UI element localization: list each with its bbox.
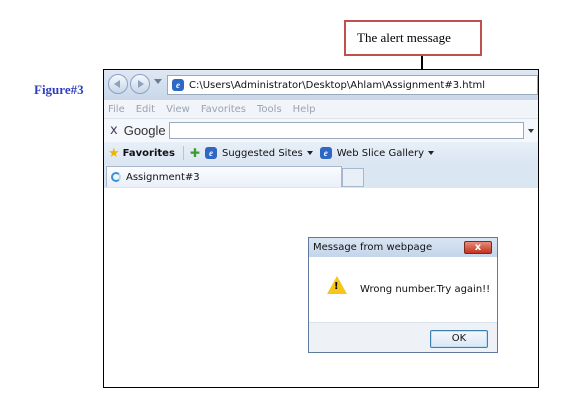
chevron-down-icon[interactable]	[528, 128, 534, 133]
star-icon: ★	[108, 145, 120, 161]
alert-dialog: Message from webpage x ! Wrong number.Tr…	[308, 237, 498, 353]
menu-tools[interactable]: Tools	[257, 104, 282, 115]
dialog-titlebar: Message from webpage x	[309, 238, 497, 257]
back-button[interactable]	[108, 74, 128, 94]
web-slice-gallery-link[interactable]: Web Slice Gallery	[337, 148, 424, 159]
dialog-footer: OK	[309, 322, 497, 352]
menu-bar: File Edit View Favorites Tools Help	[104, 100, 538, 118]
forward-icon	[138, 80, 144, 88]
chevron-down-icon[interactable]	[306, 151, 313, 155]
toolbar-divider	[182, 146, 184, 160]
dialog-body: ! Wrong number.Try again!!	[309, 257, 497, 322]
close-icon[interactable]: x	[464, 241, 492, 254]
loading-icon	[111, 172, 121, 182]
add-favorites-icon[interactable]: ✚	[190, 146, 200, 160]
browser-titlebar: e C:\Users\Administrator\Desktop\Ahlam\A…	[104, 70, 538, 100]
new-tab-button[interactable]	[342, 168, 364, 187]
suggested-sites-link[interactable]: Suggested Sites	[222, 148, 303, 159]
favorites-bar: ★ Favorites ✚ e Suggested Sites e Web Sl…	[104, 142, 538, 164]
forward-button[interactable]	[130, 74, 150, 94]
menu-favorites[interactable]: Favorites	[201, 104, 246, 115]
back-icon	[114, 80, 120, 88]
callout-box: The alert message	[344, 20, 482, 56]
ok-button[interactable]: OK	[430, 330, 488, 348]
dialog-message: Wrong number.Try again!!	[360, 284, 491, 295]
dialog-title: Message from webpage	[313, 242, 433, 253]
figure-label: Figure#3	[34, 82, 84, 97]
recent-pages-dropdown[interactable]	[154, 79, 162, 84]
warning-icon-mark: !	[334, 281, 339, 292]
google-logo: Google	[123, 123, 166, 138]
tab-bar: Assignment#3	[104, 164, 538, 188]
tab-assignment[interactable]: Assignment#3	[106, 166, 342, 187]
google-toolbar: x Google	[104, 118, 538, 142]
chevron-down-icon[interactable]	[428, 151, 435, 155]
menu-edit[interactable]: Edit	[136, 104, 155, 115]
menu-file[interactable]: File	[108, 104, 125, 115]
menu-view[interactable]: View	[166, 104, 190, 115]
ie-page-icon: e	[204, 147, 217, 159]
tab-title: Assignment#3	[126, 171, 200, 183]
close-icon[interactable]: x	[110, 123, 118, 138]
ie-page-icon: e	[172, 79, 184, 91]
ie-page-icon: e	[319, 147, 332, 159]
callout-text: The alert message	[357, 30, 451, 45]
address-bar[interactable]: e C:\Users\Administrator\Desktop\Ahlam\A…	[167, 75, 538, 95]
favorites-button[interactable]: Favorites	[123, 148, 175, 159]
menu-help[interactable]: Help	[293, 104, 316, 115]
browser-window: e C:\Users\Administrator\Desktop\Ahlam\A…	[103, 69, 539, 388]
google-search-input[interactable]	[168, 122, 524, 139]
address-text: C:\Users\Administrator\Desktop\Ahlam\Ass…	[189, 79, 486, 91]
